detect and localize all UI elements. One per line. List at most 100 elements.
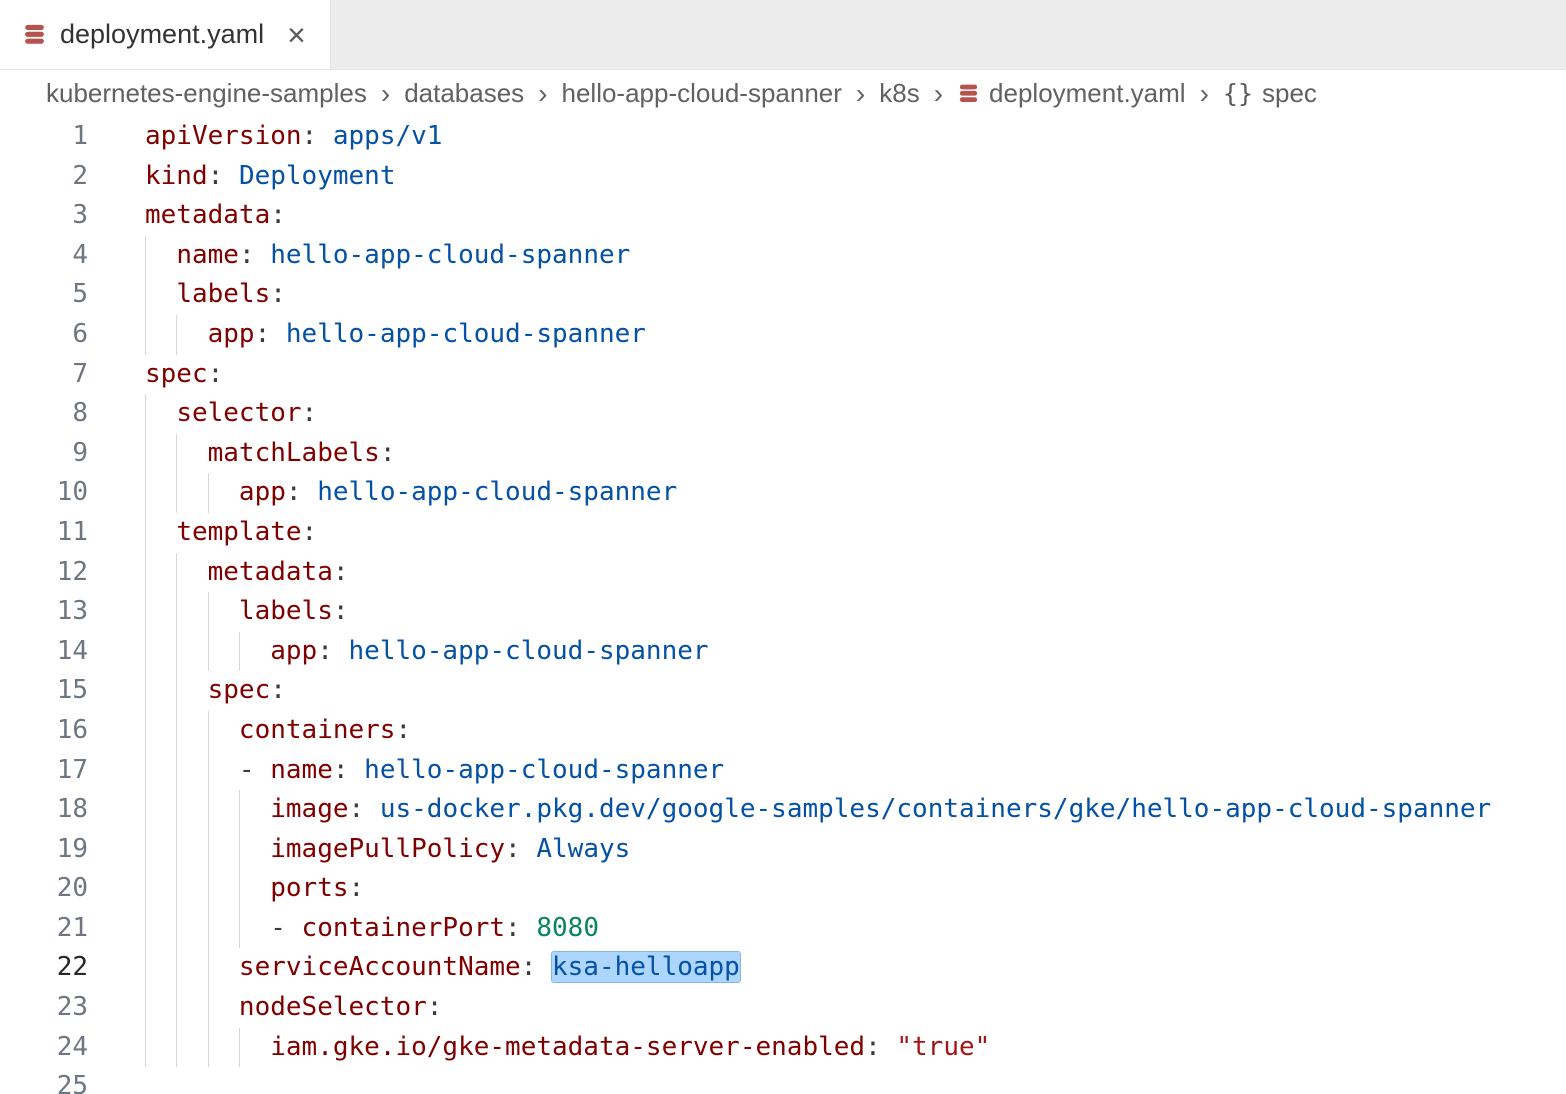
line-number[interactable]: 13: [0, 592, 88, 632]
breadcrumb-item-kubernetes-engine-samples[interactable]: kubernetes-engine-samples: [46, 78, 367, 109]
code-line-content: serviceAccountName: ksa-helloapp: [145, 948, 1566, 988]
line-number[interactable]: 3: [0, 196, 88, 236]
token-key: spec: [208, 675, 271, 705]
code-line-content: image: us-docker.pkg.dev/google-samples/…: [145, 790, 1566, 830]
code-line[interactable]: 9 matchLabels:: [0, 434, 1566, 474]
code-line[interactable]: 10 app: hello-app-cloud-spanner: [0, 473, 1566, 513]
code-line-content: spec:: [145, 355, 1566, 395]
line-number[interactable]: 23: [0, 988, 88, 1028]
code-line[interactable]: 22 serviceAccountName: ksa-helloapp: [0, 948, 1566, 988]
token-punc: -: [239, 755, 270, 785]
code-line[interactable]: 23 nodeSelector:: [0, 988, 1566, 1028]
indent-guide-icon: [208, 909, 209, 949]
indent-guide-icon: [208, 948, 209, 988]
tab-deployment-yaml[interactable]: deployment.yaml ×: [0, 0, 331, 69]
token-num: 8080: [536, 913, 599, 943]
breadcrumb-item-databases[interactable]: databases: [404, 78, 524, 109]
line-number[interactable]: 16: [0, 711, 88, 751]
code-text: - containerPort: 8080: [145, 913, 599, 943]
line-number[interactable]: 10: [0, 473, 88, 513]
code-line[interactable]: 20 ports:: [0, 869, 1566, 909]
token-punc: :: [427, 992, 443, 1022]
indent-guide-icon: [145, 275, 146, 315]
line-number[interactable]: 22: [0, 948, 88, 988]
code-line[interactable]: 16 containers:: [0, 711, 1566, 751]
code-line[interactable]: 15 spec:: [0, 671, 1566, 711]
line-number[interactable]: 4: [0, 236, 88, 276]
token-punc: :: [255, 319, 286, 349]
token-key: labels: [239, 596, 333, 626]
code-line[interactable]: 1apiVersion: apps/v1: [0, 117, 1566, 157]
code-line-content: iam.gke.io/gke-metadata-server-enabled: …: [145, 1028, 1566, 1068]
breadcrumb-item-hello-app-cloud-spanner[interactable]: hello-app-cloud-spanner: [562, 78, 842, 109]
chevron-right-icon: ›: [538, 80, 547, 108]
code-text: app: hello-app-cloud-spanner: [145, 477, 677, 507]
indent-guide-icon: [208, 592, 209, 632]
breadcrumb-item-k8s[interactable]: k8s: [879, 78, 919, 109]
code-line[interactable]: 6 app: hello-app-cloud-spanner: [0, 315, 1566, 355]
breadcrumb-label: deployment.yaml: [989, 78, 1186, 109]
code-line[interactable]: 18 image: us-docker.pkg.dev/google-sampl…: [0, 790, 1566, 830]
code-line[interactable]: 11 template:: [0, 513, 1566, 553]
line-number[interactable]: 18: [0, 790, 88, 830]
token-str: hello-app-cloud-spanner: [270, 240, 630, 270]
indent-guide-icon: [145, 790, 146, 830]
close-icon[interactable]: ×: [287, 19, 306, 51]
line-number[interactable]: 15: [0, 671, 88, 711]
line-number[interactable]: 25: [0, 1067, 88, 1094]
code-line[interactable]: 8 selector:: [0, 394, 1566, 434]
indent-guide-icon: [176, 1028, 177, 1068]
code-line[interactable]: 19 imagePullPolicy: Always: [0, 830, 1566, 870]
line-number[interactable]: 9: [0, 434, 88, 474]
code-line-content: [145, 1067, 1566, 1094]
token-punc: :: [333, 596, 349, 626]
code-text: imagePullPolicy: Always: [145, 834, 630, 864]
code-text: nodeSelector:: [145, 992, 442, 1022]
code-line[interactable]: 7 spec:: [0, 355, 1566, 395]
line-number[interactable]: 17: [0, 751, 88, 791]
line-number[interactable]: 19: [0, 830, 88, 870]
breadcrumb: kubernetes-engine-samples › databases › …: [0, 70, 1566, 117]
code-text: template:: [145, 517, 317, 547]
code-line[interactable]: 21 - containerPort: 8080: [0, 909, 1566, 949]
line-number[interactable]: 20: [0, 869, 88, 909]
indent-guide-icon: [176, 751, 177, 791]
code-text: selector:: [145, 398, 317, 428]
code-line[interactable]: 12 metadata:: [0, 553, 1566, 593]
token-qstr: "true": [896, 1032, 990, 1062]
code-line[interactable]: 14 app: hello-app-cloud-spanner: [0, 632, 1566, 672]
code-line[interactable]: 2 kind: Deployment: [0, 157, 1566, 197]
indent-guide-icon: [176, 869, 177, 909]
line-number[interactable]: 6: [0, 315, 88, 355]
line-number[interactable]: 8: [0, 394, 88, 434]
token-punc: :: [286, 477, 317, 507]
indent-guide-icon: [176, 711, 177, 751]
code-text: metadata:: [145, 200, 286, 230]
code-line[interactable]: 5 labels:: [0, 275, 1566, 315]
breadcrumb-item-deployment-yaml[interactable]: deployment.yaml: [957, 78, 1186, 109]
token-str: us-docker.pkg.dev/google-samples/contain…: [380, 794, 1491, 824]
token-punc: :: [270, 279, 286, 309]
line-number[interactable]: 21: [0, 909, 88, 949]
line-number[interactable]: 1: [0, 117, 88, 157]
code-line[interactable]: 25: [0, 1067, 1566, 1094]
token-punc: :: [302, 517, 318, 547]
line-number[interactable]: 5: [0, 275, 88, 315]
code-line[interactable]: 13 labels:: [0, 592, 1566, 632]
code-line[interactable]: 4 name: hello-app-cloud-spanner: [0, 236, 1566, 276]
line-number[interactable]: 7: [0, 355, 88, 395]
code-line[interactable]: 24 iam.gke.io/gke-metadata-server-enable…: [0, 1028, 1566, 1068]
code-text: image: us-docker.pkg.dev/google-samples/…: [145, 794, 1491, 824]
line-number[interactable]: 11: [0, 513, 88, 553]
line-number[interactable]: 12: [0, 553, 88, 593]
code-text: kind: Deployment: [145, 161, 395, 191]
line-number[interactable]: 14: [0, 632, 88, 672]
breadcrumb-item-spec[interactable]: {} spec: [1223, 78, 1317, 109]
line-number[interactable]: 2: [0, 157, 88, 197]
code-line[interactable]: 17 - name: hello-app-cloud-spanner: [0, 751, 1566, 791]
code-line[interactable]: 3 metadata:: [0, 196, 1566, 236]
token-punc: :: [333, 557, 349, 587]
line-number[interactable]: 24: [0, 1028, 88, 1068]
code-line-content: app: hello-app-cloud-spanner: [145, 315, 1566, 355]
code-line-content: metadata:: [145, 553, 1566, 593]
